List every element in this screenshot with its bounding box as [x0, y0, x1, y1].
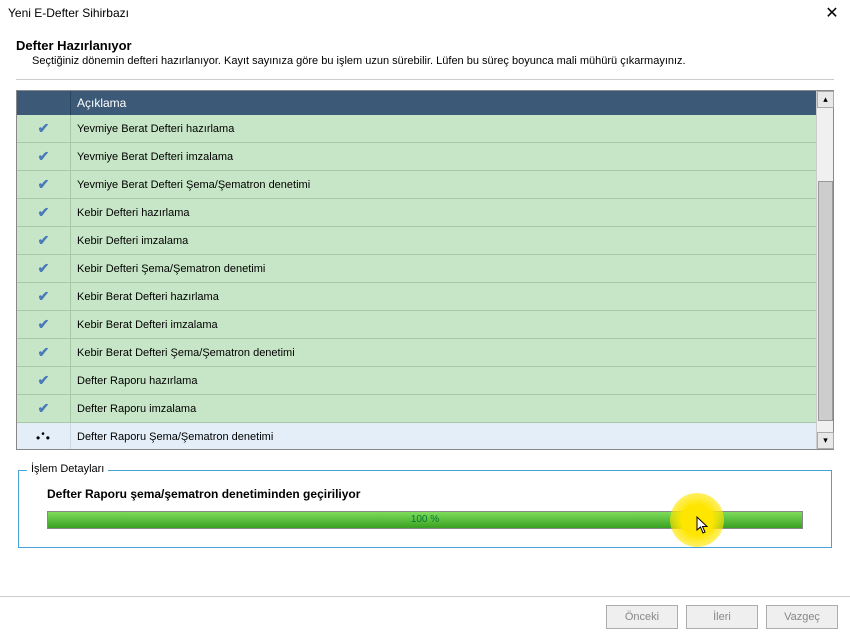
table-row[interactable]: ✔Yevmiye Berat Defteri Şema/Şematron den… — [17, 171, 833, 199]
table-row[interactable]: ✔Kebir Defteri hazırlama — [17, 199, 833, 227]
divider — [16, 79, 834, 80]
table-row[interactable]: ✔Defter Raporu hazırlama — [17, 367, 833, 395]
check-icon: ✔ — [17, 283, 71, 310]
table-row[interactable]: ✔Kebir Berat Defteri imzalama — [17, 311, 833, 339]
titlebar: Yeni E-Defter Sihirbazı ✕ — [0, 0, 850, 26]
details-legend: İşlem Detayları — [27, 463, 108, 475]
prev-button[interactable]: Önceki — [606, 605, 678, 629]
check-icon: ✔ — [17, 367, 71, 394]
check-icon: ✔ — [17, 199, 71, 226]
footer: Önceki İleri Vazgeç — [0, 596, 850, 637]
step-label: Yevmiye Berat Defteri Şema/Şematron dene… — [71, 179, 833, 191]
step-label: Defter Raporu hazırlama — [71, 375, 833, 387]
check-icon: ✔ — [17, 143, 71, 170]
check-icon: ✔ — [17, 227, 71, 254]
step-label: Defter Raporu Şema/Şematron denetimi — [71, 431, 833, 443]
step-label: Kebir Defteri Şema/Şematron denetimi — [71, 263, 833, 275]
check-icon: ✔ — [17, 395, 71, 422]
table-row[interactable]: ✔Yevmiye Berat Defteri hazırlama — [17, 115, 833, 143]
window-title: Yeni E-Defter Sihirbazı — [8, 6, 129, 20]
progress-label: 100 % — [48, 512, 802, 528]
scroll-thumb[interactable] — [818, 181, 833, 421]
step-label: Kebir Berat Defteri imzalama — [71, 319, 833, 331]
step-label: Kebir Defteri imzalama — [71, 235, 833, 247]
check-icon: ✔ — [17, 171, 71, 198]
page-description: Seçtiğiniz dönemin defteri hazırlanıyor.… — [32, 55, 834, 67]
step-label: Yevmiye Berat Defteri hazırlama — [71, 123, 833, 135]
page-title: Defter Hazırlanıyor — [16, 38, 834, 53]
table-row[interactable]: •••Defter Raporu Şema/Şematron denetimi — [17, 423, 833, 449]
details-group: İşlem Detayları Defter Raporu şema/şemat… — [18, 470, 832, 548]
close-icon[interactable]: ✕ — [822, 3, 842, 23]
table-row[interactable]: ✔Defter Raporu imzalama — [17, 395, 833, 423]
details-text: Defter Raporu şema/şematron denetiminden… — [47, 487, 803, 501]
step-label: Kebir Berat Defteri hazırlama — [71, 291, 833, 303]
grid-header: Açıklama — [17, 91, 833, 115]
next-button[interactable]: İleri — [686, 605, 758, 629]
scrollbar[interactable]: ▴ ▾ — [816, 91, 833, 449]
table-row[interactable]: ✔Kebir Defteri Şema/Şematron denetimi — [17, 255, 833, 283]
check-icon: ✔ — [17, 339, 71, 366]
check-icon: ✔ — [17, 311, 71, 338]
grid-header-desc: Açıklama — [71, 91, 833, 115]
check-icon: ✔ — [17, 255, 71, 282]
grid-header-icon-col — [17, 91, 71, 115]
progress-bar: 100 % — [47, 511, 803, 529]
step-label: Defter Raporu imzalama — [71, 403, 833, 415]
scroll-up-icon[interactable]: ▴ — [817, 91, 834, 108]
step-label: Yevmiye Berat Defteri imzalama — [71, 151, 833, 163]
check-icon: ✔ — [17, 115, 71, 142]
cancel-button[interactable]: Vazgeç — [766, 605, 838, 629]
table-row[interactable]: ✔Kebir Berat Defteri hazırlama — [17, 283, 833, 311]
spinner-icon: ••• — [17, 423, 71, 449]
table-row[interactable]: ✔Kebir Defteri imzalama — [17, 227, 833, 255]
table-row[interactable]: ✔Kebir Berat Defteri Şema/Şematron denet… — [17, 339, 833, 367]
step-label: Kebir Berat Defteri Şema/Şematron deneti… — [71, 347, 833, 359]
table-row[interactable]: ✔Yevmiye Berat Defteri imzalama — [17, 143, 833, 171]
step-label: Kebir Defteri hazırlama — [71, 207, 833, 219]
grid-body: ✔Yevmiye Berat Defteri hazırlama✔Yevmiye… — [17, 115, 833, 449]
steps-grid: Açıklama ✔Yevmiye Berat Defteri hazırlam… — [16, 90, 834, 450]
scroll-down-icon[interactable]: ▾ — [817, 432, 834, 449]
